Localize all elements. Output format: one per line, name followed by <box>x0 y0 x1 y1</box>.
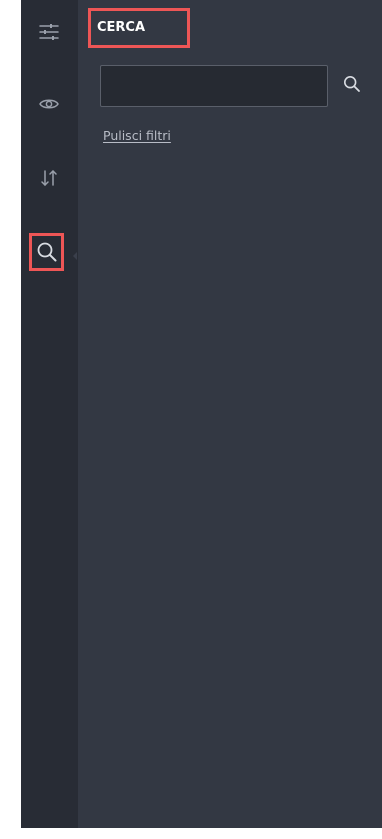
clear-filters-link[interactable]: Pulisci filtri <box>103 128 171 143</box>
search-input[interactable] <box>100 65 328 107</box>
eye-icon <box>38 93 60 115</box>
panel-title: CERCA <box>88 8 190 48</box>
search-submit-button[interactable] <box>340 74 364 98</box>
rail-item-filters[interactable] <box>29 14 69 50</box>
search-icon <box>36 241 58 263</box>
sort-arrows-icon <box>38 167 60 189</box>
search-icon <box>343 75 361 97</box>
rail-item-search[interactable] <box>29 233 64 271</box>
sliders-icon <box>38 21 60 43</box>
rail-item-sort[interactable] <box>29 160 69 196</box>
rail-item-visibility[interactable] <box>29 86 69 122</box>
screen: CERCA Pulisci filtri <box>0 0 382 839</box>
sidebar-rail <box>21 0 78 828</box>
search-panel: CERCA Pulisci filtri <box>78 0 382 828</box>
active-indicator-caret <box>73 252 77 260</box>
